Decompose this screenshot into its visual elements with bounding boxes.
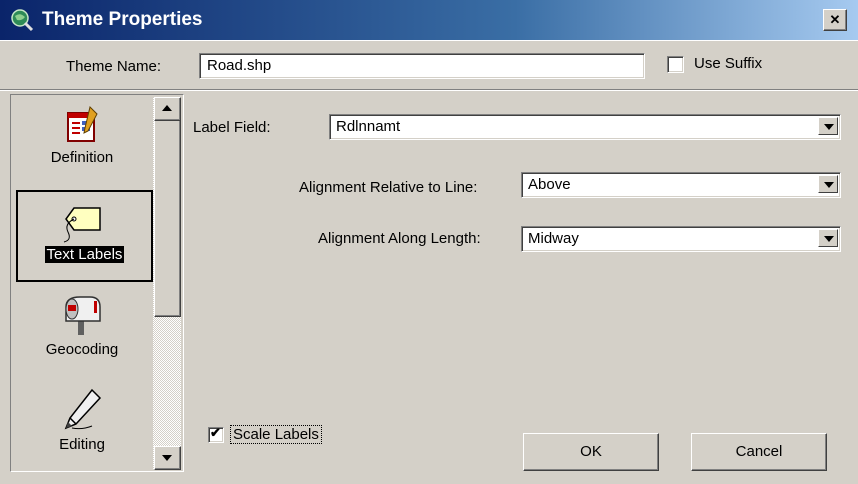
- alignment-length-select[interactable]: Midway: [521, 226, 841, 252]
- theme-name-label: Theme Name:: [66, 58, 162, 75]
- label-field-select[interactable]: Rdlnnamt: [329, 114, 841, 140]
- label-field-value: Rdlnnamt: [336, 118, 401, 135]
- alignment-relative-select[interactable]: Above: [521, 172, 841, 198]
- ok-button-label: OK: [580, 443, 602, 460]
- sidebar-item-label: Geocoding: [45, 341, 119, 358]
- cancel-button[interactable]: Cancel: [691, 433, 827, 471]
- use-suffix-checkbox[interactable]: [667, 56, 684, 73]
- scroll-up-button[interactable]: [154, 97, 181, 121]
- arrow-down-icon: [162, 455, 172, 461]
- alignment-length-label: Alignment Along Length:: [318, 230, 481, 247]
- alignment-length-dropdown-button[interactable]: [818, 229, 838, 247]
- scale-labels-checkbox[interactable]: ✔: [208, 425, 224, 443]
- tag-label-icon: [63, 207, 101, 243]
- alignment-relative-label: Alignment Relative to Line:: [299, 179, 478, 196]
- scale-labels-label[interactable]: Scale Labels: [230, 425, 322, 444]
- chevron-down-icon: [824, 124, 834, 130]
- alignment-relative-value: Above: [528, 176, 571, 193]
- definition-form-icon: [67, 106, 98, 142]
- theme-name-value: Road.shp: [207, 57, 272, 74]
- app-globe-icon: [10, 8, 34, 32]
- sidebar-item-geocoding[interactable]: Geocoding: [14, 293, 150, 371]
- cancel-button-label: Cancel: [735, 443, 783, 460]
- alignment-length-value: Midway: [528, 230, 579, 247]
- divider-highlight: [0, 90, 858, 91]
- sidebar-scrollbar-thumb[interactable]: [154, 119, 181, 317]
- sidebar-item-label: Definition: [50, 149, 114, 166]
- close-button[interactable]: ✕: [823, 9, 847, 31]
- window-title: Theme Properties: [42, 9, 203, 30]
- label-field-dropdown-button[interactable]: [818, 117, 838, 135]
- label-field-label: Label Field:: [193, 119, 271, 136]
- pencil-icon: [64, 388, 102, 430]
- close-icon: ✕: [829, 12, 841, 27]
- theme-name-input[interactable]: Road.shp: [199, 53, 645, 79]
- chevron-down-icon: [824, 182, 834, 188]
- scroll-down-button[interactable]: [154, 446, 181, 470]
- arrow-up-icon: [162, 105, 172, 111]
- ok-button[interactable]: OK: [523, 433, 659, 471]
- use-suffix-label[interactable]: Use Suffix: [694, 55, 762, 72]
- sidebar-item-text-labels[interactable]: Text Labels: [16, 190, 153, 282]
- mailbox-icon: [65, 296, 101, 335]
- alignment-relative-dropdown-button[interactable]: [818, 175, 838, 193]
- sidebar-item-label: Text Labels: [44, 246, 125, 263]
- checkmark-icon: ✔: [210, 425, 221, 440]
- sidebar-item-editing[interactable]: Editing: [14, 388, 150, 466]
- sidebar-item-label: Editing: [59, 436, 105, 453]
- chevron-down-icon: [824, 236, 834, 242]
- sidebar-item-definition[interactable]: Definition: [14, 105, 150, 190]
